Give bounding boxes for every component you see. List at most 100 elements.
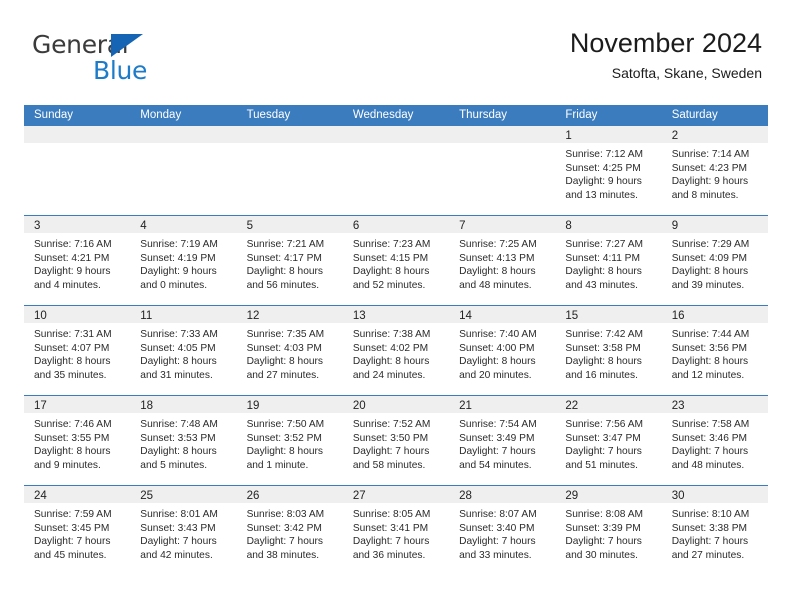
day-sunrise-text: Sunrise: 7:19 AM <box>140 239 218 250</box>
day-cell[interactable]: 2 Sunrise: 7:14 AM Sunset: 4:23 PM Daylight… <box>661 126 768 215</box>
page-title: November 2024 <box>569 28 762 58</box>
day-cell[interactable]: 17 Sunrise: 7:46 AM Sunset: 3:55 PM Dayligh… <box>24 396 131 485</box>
day-cell[interactable]: 10 Sunrise: 7:31 AM Sunset: 4:07 PM Dayligh… <box>24 306 131 395</box>
day-number: 5 <box>246 220 253 232</box>
day-daylight-2-text: and 58 minutes. <box>352 460 426 472</box>
day-number: 10 <box>34 310 47 322</box>
day-cell[interactable]: 22 Sunrise: 7:56 AM Sunset: 3:47 PM Dayligh… <box>555 396 662 485</box>
day-cell[interactable]: 9 Sunrise: 7:29 AM Sunset: 4:09 PM Daylight… <box>661 216 768 305</box>
day-sunset-text: Sunset: 4:11 PM <box>565 252 640 264</box>
day-daylight-2-text: and 39 minutes. <box>671 280 745 292</box>
day-sunset-text: Sunset: 3:52 PM <box>246 432 322 444</box>
day-daylight-1-text: Daylight: 8 hours <box>140 446 217 458</box>
day-number-band: 23 <box>661 396 768 413</box>
day-daylight-2-text: and 42 minutes. <box>140 550 213 562</box>
day-cell[interactable]: 5 Sunrise: 7:21 AM Sunset: 4:17 PM Daylight… <box>236 216 343 305</box>
day-sunrise-text: Sunrise: 8:07 AM <box>459 509 537 520</box>
day-cell[interactable]: 1 Sunrise: 7:12 AM Sunset: 4:25 PM Daylight… <box>555 126 662 215</box>
day-cell[interactable]: 15 Sunrise: 7:42 AM Sunset: 3:58 PM Dayligh… <box>555 306 662 395</box>
day-sunrise-text: Sunrise: 7:54 AM <box>459 419 537 430</box>
day-sun-info: Sunrise: 7:38 AM Sunset: 4:02 PM Daylight:… <box>343 323 449 383</box>
day-cell[interactable]: 28 Sunrise: 8:07 AM Sunset: 3:40 PM Dayligh… <box>449 486 556 575</box>
day-number-band: 8 <box>555 216 662 233</box>
day-cell[interactable]: 23 Sunrise: 7:58 AM Sunset: 3:46 PM Dayligh… <box>661 396 768 485</box>
day-sunset-text: Sunset: 3:42 PM <box>246 522 322 534</box>
day-sunrise-text: Sunrise: 7:56 AM <box>565 419 643 430</box>
day-cell[interactable]: 3 Sunrise: 7:16 AM Sunset: 4:21 PM Daylight… <box>24 216 131 305</box>
day-sun-info: Sunrise: 7:12 AM Sunset: 4:25 PM Daylight:… <box>555 143 661 203</box>
day-number: 11 <box>140 310 153 322</box>
day-daylight-1-text: Daylight: 9 hours <box>34 266 111 278</box>
day-number-band: 29 <box>555 486 662 503</box>
day-cell[interactable]: 27 Sunrise: 8:05 AM Sunset: 3:41 PM Dayligh… <box>342 486 450 575</box>
day-sun-info <box>237 143 343 148</box>
day-number: 17 <box>34 400 47 412</box>
day-cell[interactable]: 8 Sunrise: 7:27 AM Sunset: 4:11 PM Daylight… <box>555 216 662 305</box>
general-blue-logo[interactable]: General Blue <box>32 32 162 88</box>
day-cell[interactable]: 29 Sunrise: 8:08 AM Sunset: 3:39 PM Dayligh… <box>555 486 662 575</box>
day-sun-info: Sunrise: 7:50 AM Sunset: 3:52 PM Daylight:… <box>237 413 343 473</box>
day-sunrise-text: Sunrise: 8:03 AM <box>246 509 325 520</box>
weekday-header-tuesday: Tuesday <box>246 109 291 121</box>
day-cell[interactable]: 16 Sunrise: 7:44 AM Sunset: 3:56 PM Dayligh… <box>661 306 768 395</box>
day-cell-empty <box>130 126 237 215</box>
day-cell[interactable]: 30 Sunrise: 8:10 AM Sunset: 3:38 PM Dayligh… <box>661 486 768 575</box>
day-sunrise-text: Sunrise: 7:44 AM <box>671 329 750 340</box>
day-cell[interactable]: 13 Sunrise: 7:38 AM Sunset: 4:02 PM Dayligh… <box>342 306 450 395</box>
day-number: 19 <box>246 400 260 412</box>
day-daylight-1-text: Daylight: 8 hours <box>565 356 642 368</box>
calendar-week-row: 17 Sunrise: 7:46 AM Sunset: 3:55 PM Dayligh… <box>24 395 768 485</box>
day-number: 16 <box>671 310 685 322</box>
day-daylight-2-text: and 9 minutes. <box>34 460 101 472</box>
day-sunrise-text: Sunrise: 7:46 AM <box>34 419 112 430</box>
day-sunset-text: Sunset: 4:25 PM <box>565 162 641 174</box>
day-daylight-2-text: and 13 minutes. <box>565 190 638 202</box>
day-sun-info: Sunrise: 7:29 AM Sunset: 4:09 PM Daylight:… <box>662 233 768 293</box>
day-number: 30 <box>671 490 685 502</box>
weekday-header-thursday: Thursday <box>459 109 508 121</box>
day-cell[interactable]: 26 Sunrise: 8:03 AM Sunset: 3:42 PM Dayligh… <box>236 486 343 575</box>
day-daylight-2-text: and 35 minutes. <box>34 370 107 382</box>
page-header: General Blue November 2024 Satofta, Skan… <box>24 26 768 96</box>
day-number: 6 <box>352 220 360 232</box>
day-number-band: 30 <box>661 486 768 503</box>
day-cell[interactable]: 11 Sunrise: 7:33 AM Sunset: 4:05 PM Dayligh… <box>130 306 237 395</box>
day-number-band: 3 <box>24 216 131 233</box>
day-number-band: 19 <box>236 396 343 413</box>
day-number: 25 <box>140 490 154 502</box>
day-cell[interactable]: 12 Sunrise: 7:35 AM Sunset: 4:03 PM Dayligh… <box>236 306 343 395</box>
day-cell[interactable]: 20 Sunrise: 7:52 AM Sunset: 3:50 PM Dayligh… <box>342 396 450 485</box>
day-daylight-2-text: and 27 minutes. <box>671 550 745 562</box>
day-cell[interactable]: 19 Sunrise: 7:50 AM Sunset: 3:52 PM Dayligh… <box>236 396 343 485</box>
day-sunrise-text: Sunrise: 7:14 AM <box>671 149 750 160</box>
day-cell[interactable]: 24 Sunrise: 7:59 AM Sunset: 3:45 PM Dayligh… <box>24 486 131 575</box>
day-sunrise-text: Sunrise: 7:52 AM <box>352 419 431 430</box>
day-cell[interactable]: 14 Sunrise: 7:40 AM Sunset: 4:00 PM Dayligh… <box>449 306 556 395</box>
day-daylight-1-text: Daylight: 9 hours <box>565 176 642 188</box>
day-sun-info: Sunrise: 7:31 AM Sunset: 4:07 PM Daylight:… <box>24 323 130 383</box>
day-sunset-text: Sunset: 4:05 PM <box>140 342 216 354</box>
day-cell[interactable]: 21 Sunrise: 7:54 AM Sunset: 3:49 PM Dayligh… <box>449 396 556 485</box>
day-daylight-1-text: Daylight: 8 hours <box>671 266 749 278</box>
calendar-week-row: 10 Sunrise: 7:31 AM Sunset: 4:07 PM Dayligh… <box>24 305 768 395</box>
day-daylight-2-text: and 38 minutes. <box>246 550 320 562</box>
day-daylight-1-text: Daylight: 7 hours <box>565 446 642 458</box>
day-cell[interactable]: 6 Sunrise: 7:23 AM Sunset: 4:15 PM Daylight… <box>342 216 450 305</box>
weekday-header-sunday: Sunday <box>34 109 74 121</box>
day-sun-info: Sunrise: 7:35 AM Sunset: 4:03 PM Daylight:… <box>237 323 343 383</box>
day-cell[interactable]: 4 Sunrise: 7:19 AM Sunset: 4:19 PM Daylight… <box>130 216 237 305</box>
day-sun-info: Sunrise: 7:25 AM Sunset: 4:13 PM Daylight:… <box>449 233 555 293</box>
day-cell[interactable]: 18 Sunrise: 7:48 AM Sunset: 3:53 PM Dayligh… <box>130 396 237 485</box>
day-cell[interactable]: 25 Sunrise: 8:01 AM Sunset: 3:43 PM Dayligh… <box>130 486 237 575</box>
day-sun-info: Sunrise: 7:42 AM Sunset: 3:58 PM Daylight:… <box>555 323 661 383</box>
day-sunrise-text: Sunrise: 7:25 AM <box>459 239 537 250</box>
day-number: 1 <box>565 130 572 142</box>
day-sun-info <box>343 143 449 148</box>
day-daylight-1-text: Daylight: 9 hours <box>140 266 217 278</box>
day-sunset-text: Sunset: 3:58 PM <box>565 342 641 354</box>
day-sunset-text: Sunset: 4:03 PM <box>246 342 322 354</box>
day-number-band <box>342 126 450 143</box>
day-sunrise-text: Sunrise: 7:33 AM <box>140 329 218 340</box>
day-daylight-2-text: and 33 minutes. <box>459 550 532 562</box>
day-cell[interactable]: 7 Sunrise: 7:25 AM Sunset: 4:13 PM Daylight… <box>449 216 556 305</box>
